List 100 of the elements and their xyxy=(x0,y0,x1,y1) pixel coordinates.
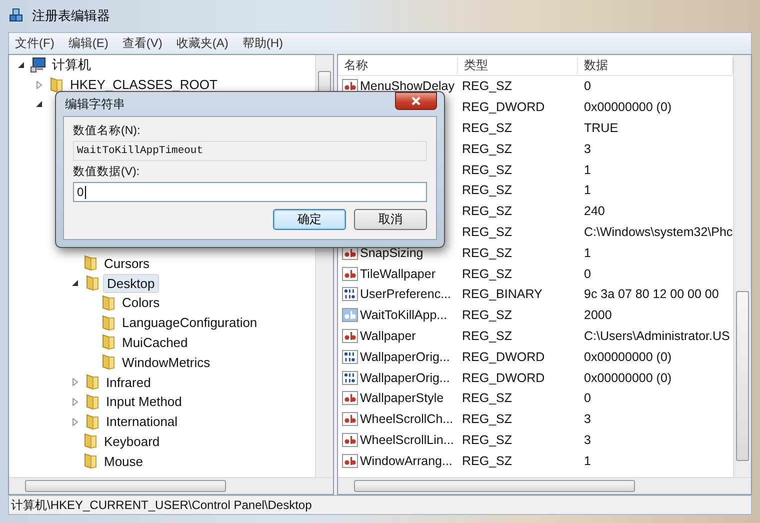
value-type: REG_SZ xyxy=(461,454,514,468)
value-type: REG_SZ xyxy=(461,120,514,135)
tree-item[interactable]: Input Method xyxy=(103,393,185,410)
tree-item[interactable]: Infrared xyxy=(103,374,154,391)
folder-icon xyxy=(84,394,100,410)
value-type: REG_SZ xyxy=(461,391,514,406)
expanded-arrow-icon[interactable] xyxy=(17,60,25,69)
value-name[interactable]: TileWallpaper xyxy=(360,266,436,281)
value-type: REG_SZ xyxy=(461,142,514,156)
menu-item[interactable]: 文件(F) xyxy=(15,35,54,52)
value-data: 1 xyxy=(583,454,592,468)
value-type: REG_SZ xyxy=(461,328,514,343)
menu-item[interactable]: 收藏夹(A) xyxy=(176,35,228,52)
value-name[interactable]: WallpaperOrig... xyxy=(360,350,450,364)
value-type: REG_DWORD xyxy=(461,100,546,114)
value-name-field[interactable]: WaitToKillAppTimeout xyxy=(73,141,427,161)
value-name[interactable]: WindowArrang... xyxy=(360,454,452,468)
field-label: 数值数据(V): xyxy=(73,164,141,179)
tree-item[interactable]: Keyboard xyxy=(101,432,163,450)
tree-item[interactable]: HKEY_CLASSES_ROOT xyxy=(67,76,220,94)
expanded-arrow-icon[interactable] xyxy=(71,279,79,288)
value-data: C:\Users\Administrator.US xyxy=(583,328,731,343)
column-header[interactable]: 名称 xyxy=(338,56,458,74)
value-data: 1 xyxy=(583,246,592,260)
value-name[interactable]: WheelScrollCh... xyxy=(360,412,454,426)
value-data: TRUE xyxy=(583,120,620,135)
value-data: 0x00000000 (0) xyxy=(583,100,673,114)
tree-item[interactable]: LanguageConfiguration xyxy=(119,314,260,332)
menu-item[interactable]: 编辑(E) xyxy=(68,35,108,52)
value-name[interactable]: WallpaperOrig... xyxy=(360,370,450,385)
folder-icon xyxy=(100,314,116,331)
value-data: 0 xyxy=(583,266,592,281)
value-name[interactable]: Wallpaper xyxy=(360,328,416,343)
folder-icon xyxy=(84,374,100,390)
value-type: REG_SZ xyxy=(461,308,514,322)
value-type: REG_SZ xyxy=(461,412,514,426)
value-name[interactable]: WallpaperStyle xyxy=(360,391,444,406)
expanded-arrow-icon[interactable] xyxy=(35,100,43,108)
value-data: 0 xyxy=(583,391,592,406)
folder-icon xyxy=(100,334,116,350)
collapsed-arrow-icon[interactable] xyxy=(71,398,79,406)
value-name[interactable]: WaitToKillApp... xyxy=(360,308,448,322)
horizontal-scrollbar[interactable] xyxy=(9,477,333,494)
status-bar: 计算机\HKEY_CURRENT_USER\Control Panel\Desktop xyxy=(8,495,752,515)
close-icon xyxy=(411,96,421,106)
tree-item[interactable]: International xyxy=(103,413,181,430)
folder-icon xyxy=(82,453,98,470)
value-type: REG_SZ xyxy=(461,162,514,177)
value-type: REG_SZ xyxy=(461,432,514,447)
value-data: 3 xyxy=(583,412,592,426)
value-name[interactable]: SnapSizing xyxy=(360,246,424,260)
ok-button[interactable]: 确定 xyxy=(273,209,346,230)
vertical-scrollbar[interactable] xyxy=(733,55,751,477)
value-type: REG_SZ xyxy=(461,204,514,218)
value-data: 9c 3a 07 80 12 00 00 00 xyxy=(583,287,720,302)
value-type: REG_SZ xyxy=(461,246,514,260)
tree-item[interactable]: Cursors xyxy=(101,254,153,272)
folder-icon xyxy=(100,294,116,311)
value-data: 3 xyxy=(583,432,592,447)
folder-icon xyxy=(48,76,64,93)
tree-item[interactable]: Mouse xyxy=(101,452,146,470)
value-name[interactable]: UserPreferenc... xyxy=(360,287,452,302)
cancel-button[interactable]: 取消 xyxy=(354,209,427,230)
menu-item[interactable]: 帮助(H) xyxy=(242,35,283,52)
value-data: C:\Windows\system32\Phc xyxy=(583,224,733,239)
folder-icon xyxy=(82,255,98,272)
collapsed-arrow-icon[interactable] xyxy=(71,378,79,386)
close-button[interactable] xyxy=(395,92,437,110)
menu-item[interactable]: 查看(V) xyxy=(122,35,162,52)
folder-icon xyxy=(84,275,100,292)
folder-icon xyxy=(82,433,98,450)
collapsed-arrow-icon[interactable] xyxy=(71,418,79,426)
value-data: 0 xyxy=(583,79,592,94)
value-type: REG_BINARY xyxy=(461,287,544,302)
tree-item[interactable]: MuiCached xyxy=(119,334,191,351)
folder-icon xyxy=(100,354,116,370)
value-data: 240 xyxy=(583,204,606,218)
value-data-field[interactable]: 0 xyxy=(73,182,427,202)
tree-item[interactable]: WindowMetrics xyxy=(119,354,214,371)
value-type: REG_DWORD xyxy=(461,350,546,364)
value-type: REG_DWORD xyxy=(461,370,546,385)
value-name[interactable]: WheelScrollLin... xyxy=(360,432,454,447)
computer-icon xyxy=(30,56,46,73)
horizontal-scrollbar[interactable] xyxy=(338,477,751,494)
tree-item[interactable]: Desktop xyxy=(103,274,159,293)
value-data: 3 xyxy=(583,142,592,156)
folder-icon xyxy=(84,414,100,430)
value-data: 2000 xyxy=(583,308,613,322)
value-name[interactable]: MenuShowDelay xyxy=(360,79,454,94)
window-title: 注册表编辑器 xyxy=(32,7,110,25)
column-header[interactable]: 类型 xyxy=(458,56,578,74)
value-data: 0x00000000 (0) xyxy=(583,350,673,364)
value-data: 1 xyxy=(583,183,592,198)
value-type: REG_SZ xyxy=(461,79,514,94)
value-data: 0x00000000 (0) xyxy=(583,370,673,385)
tree-item[interactable]: 计算机 xyxy=(49,55,94,75)
tree-item[interactable]: Colors xyxy=(119,294,163,312)
value-type: REG_SZ xyxy=(461,224,514,239)
field-label: 数值名称(N): xyxy=(73,124,142,138)
collapsed-arrow-icon[interactable] xyxy=(35,80,43,89)
